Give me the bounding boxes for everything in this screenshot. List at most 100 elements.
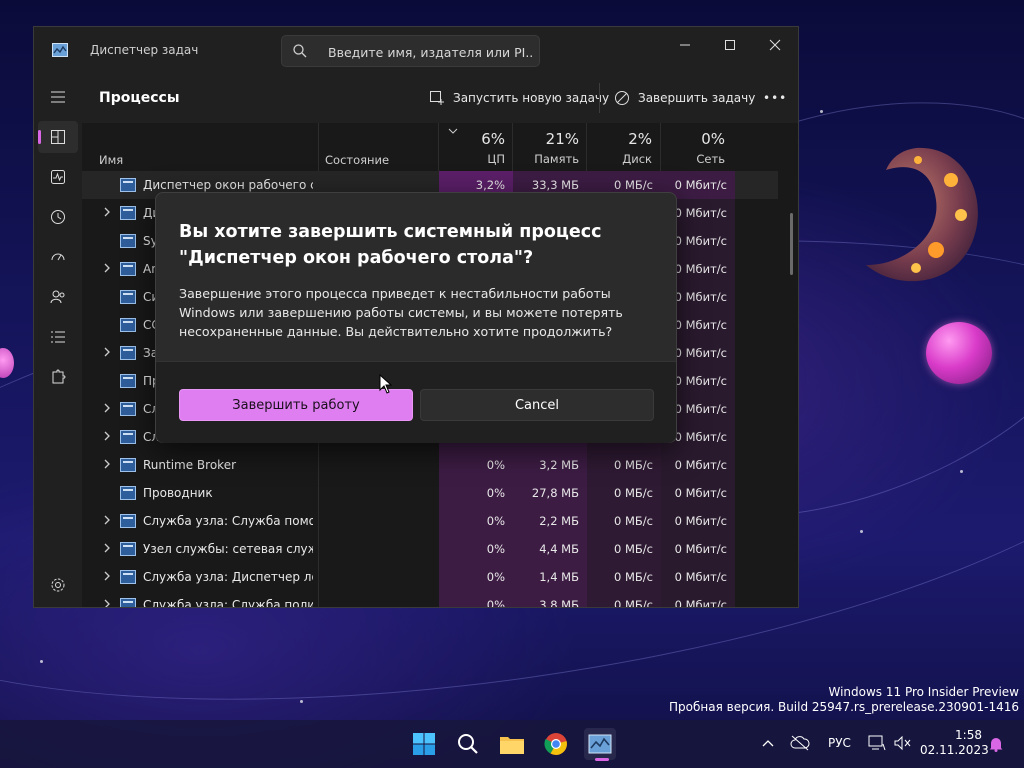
wallpaper-star: [40, 660, 43, 663]
table-header: Имя Состояние 6% ЦП 21% Память 2% Диск 0…: [82, 123, 798, 171]
column-header-state[interactable]: Состояние: [325, 153, 389, 167]
network-cell: 0 Мбит/с: [661, 451, 735, 479]
table-row[interactable]: Проводник 0% 27,8 МБ 0 МБ/с 0 Мбит/с: [82, 479, 778, 507]
column-header-name[interactable]: Имя: [99, 153, 123, 167]
pink-planet-image: [926, 322, 992, 384]
expand-chevron-icon[interactable]: [102, 570, 112, 582]
input-language[interactable]: РУС: [828, 736, 851, 750]
show-hidden-icons-chevron-icon[interactable]: [762, 738, 774, 748]
windows-watermark: Windows 11 Pro Insider Preview Пробная в…: [669, 685, 1019, 715]
close-icon: [769, 39, 781, 51]
process-icon: [120, 234, 136, 248]
expand-chevron-icon[interactable]: [102, 514, 112, 526]
expand-chevron-icon[interactable]: [102, 458, 112, 470]
network-icon[interactable]: [868, 735, 886, 751]
clock[interactable]: 1:58 02.11.2023: [920, 728, 989, 758]
sidebar-item-details[interactable]: [38, 321, 78, 353]
services-icon: [52, 369, 66, 384]
new-task-icon: [430, 91, 444, 105]
disk-label: Диск: [622, 152, 652, 166]
disk-total: 2%: [628, 130, 652, 148]
expand-chevron-icon[interactable]: [102, 542, 112, 554]
chrome-button[interactable]: [540, 728, 572, 760]
memory-cell: 27,8 МБ: [513, 479, 587, 507]
process-name: Служба узла: Служба полит...: [143, 598, 313, 608]
process-icon: [120, 262, 136, 276]
expand-chevron-icon[interactable]: [102, 430, 112, 442]
sidebar-item-performance[interactable]: [38, 161, 78, 193]
cloud-offline-icon[interactable]: [790, 735, 810, 751]
network-cell: 0 Мбит/с: [661, 479, 735, 507]
chrome-icon: [544, 733, 567, 755]
sidebar-item-startup-apps[interactable]: [38, 241, 78, 273]
end-process-dialog: Вы хотите завершить системный процесс "Д…: [155, 192, 677, 443]
performance-icon: [51, 170, 65, 184]
more-options-button[interactable]: •••: [763, 87, 787, 109]
end-task-button[interactable]: Завершить задачу: [614, 87, 755, 109]
cpu-cell: 0%: [439, 479, 513, 507]
search-icon: [292, 43, 308, 62]
maximize-button[interactable]: [707, 31, 753, 59]
notification-bell-icon[interactable]: [988, 736, 1004, 752]
close-button[interactable]: [752, 31, 798, 59]
search-button[interactable]: [452, 728, 484, 760]
column-header-disk[interactable]: 2% Диск: [582, 130, 652, 166]
title-bar[interactable]: Диспетчер задач: [34, 27, 798, 73]
column-divider: [660, 123, 661, 171]
sidebar-item-processes[interactable]: [38, 121, 78, 153]
memory-cell: 2,2 МБ: [513, 507, 587, 535]
maximize-icon: [725, 40, 735, 50]
network-cell: 0 Мбит/с: [661, 507, 735, 535]
sidebar: [34, 73, 82, 607]
table-row[interactable]: Runtime Broker 0% 3,2 МБ 0 МБ/с 0 Мбит/с: [82, 451, 778, 479]
task-manager-taskbar-button[interactable]: [584, 728, 616, 760]
process-name: Runtime Broker: [143, 458, 237, 472]
expand-chevron-icon[interactable]: [102, 346, 112, 358]
table-row[interactable]: Служба узла: Служба помо... 0% 2,2 МБ 0 МБ/…: [82, 507, 778, 535]
cpu-cell: 0%: [439, 563, 513, 591]
wallpaper-star: [820, 110, 823, 113]
expand-chevron-icon[interactable]: [102, 598, 112, 608]
search-box[interactable]: [281, 35, 540, 67]
volume-muted-icon[interactable]: [894, 735, 912, 751]
hamburger-icon: [51, 91, 65, 103]
column-header-network[interactable]: 0% Сеть: [655, 130, 725, 166]
process-icon: [120, 178, 136, 192]
process-icon: [120, 206, 136, 220]
expand-chevron-icon[interactable]: [102, 262, 112, 274]
clock-time: 1:58: [955, 728, 982, 742]
disk-cell: 0 МБ/с: [587, 563, 661, 591]
run-new-task-button[interactable]: Запустить новую задачу: [429, 87, 609, 109]
sidebar-item-users[interactable]: [38, 281, 78, 313]
search-input[interactable]: [328, 42, 533, 62]
task-manager-app-icon: [52, 43, 68, 60]
cpu-cell: 0%: [439, 507, 513, 535]
table-row[interactable]: Служба узла: Диспетчер лок...0%1,4 МБ0 М…: [82, 563, 778, 591]
column-divider: [586, 123, 587, 171]
table-row[interactable]: Узел службы: сетевая служба 0%4,4 МБ0 МБ/…: [82, 535, 778, 563]
table-row[interactable]: Служба узла: Служба полит... 0%3,8 МБ0 МБ…: [82, 591, 778, 608]
sidebar-item-app-history[interactable]: [38, 201, 78, 233]
memory-cell: 1,4 МБ: [513, 563, 587, 591]
scrollbar[interactable]: [790, 213, 793, 275]
start-button[interactable]: [408, 728, 440, 760]
cpu-cell: 0%: [439, 451, 513, 479]
app-history-icon: [51, 210, 65, 224]
memory-cell: 4,4 МБ: [513, 535, 587, 563]
sidebar-item-settings[interactable]: [38, 569, 78, 601]
expand-chevron-icon[interactable]: [102, 402, 112, 414]
network-cell: 0 Мбит/с: [661, 563, 735, 591]
column-header-cpu[interactable]: 6% ЦП: [435, 130, 505, 166]
cancel-button[interactable]: Cancel: [420, 389, 654, 421]
file-explorer-button[interactable]: [496, 728, 528, 760]
sidebar-item-services[interactable]: [38, 361, 78, 393]
process-name: Узел службы: сетевая служба: [143, 542, 313, 556]
column-header-memory[interactable]: 21% Память: [509, 130, 579, 166]
process-name: Проводник: [143, 486, 213, 500]
more-icon: •••: [763, 91, 788, 105]
minimize-button[interactable]: [662, 31, 708, 59]
expand-chevron-icon[interactable]: [102, 206, 112, 218]
hamburger-menu-button[interactable]: [38, 81, 78, 113]
network-total: 0%: [701, 130, 725, 148]
confirm-end-button[interactable]: Завершить работу: [179, 389, 413, 421]
